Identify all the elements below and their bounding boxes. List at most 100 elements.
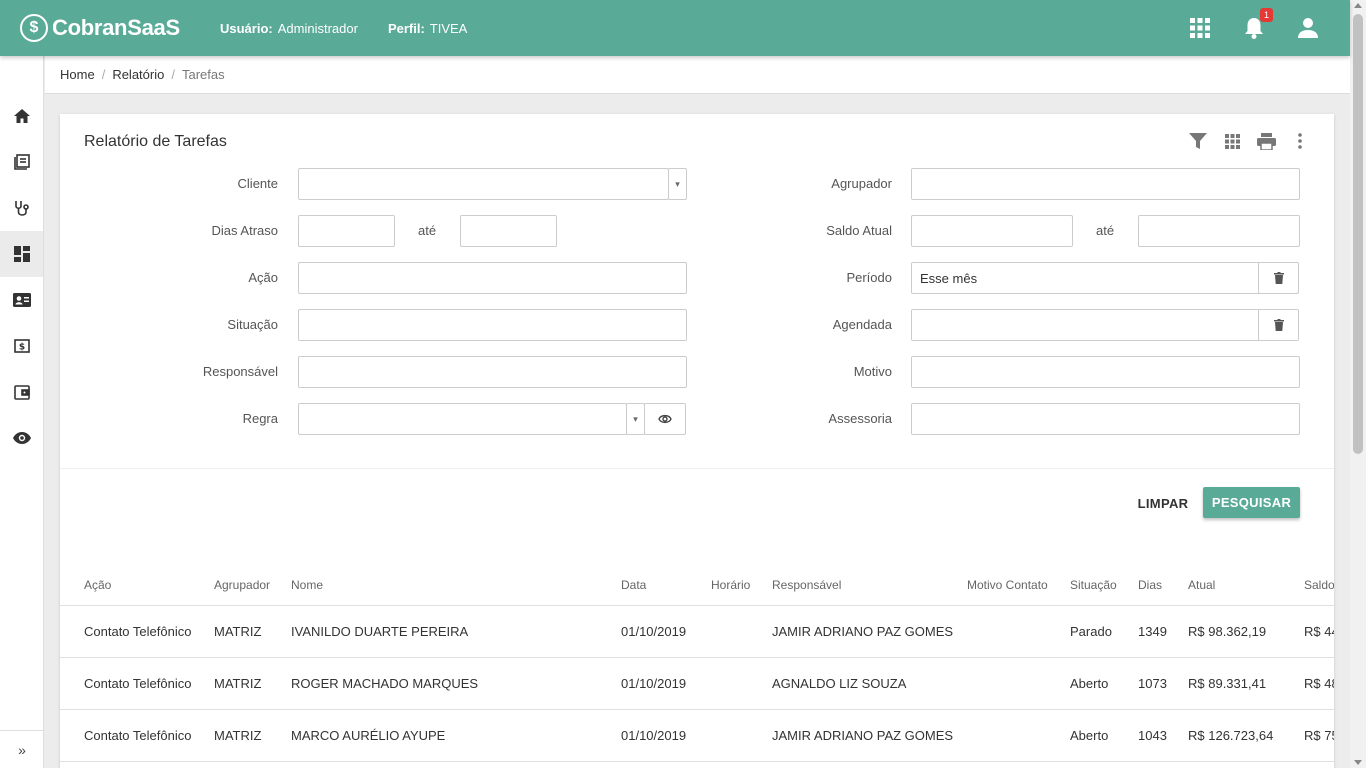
sidebar-item-contacts[interactable] <box>0 277 43 323</box>
book-icon <box>13 154 30 170</box>
scroll-down-arrow[interactable] <box>1354 760 1362 765</box>
agrupador-label: Agrupador <box>831 176 892 191</box>
cell-acao: Contato Telefônico <box>84 624 192 639</box>
column-header-acao[interactable]: Ação <box>84 578 111 592</box>
responsavel-input[interactable] <box>298 356 687 388</box>
cliente-dropdown-button[interactable]: ▾ <box>668 168 687 200</box>
column-header-agrupador[interactable]: Agrupador <box>214 578 270 592</box>
money-icon: $ <box>13 339 30 353</box>
sidebar-item-wallet[interactable] <box>0 369 43 415</box>
column-header-situacao[interactable]: Situação <box>1070 578 1117 592</box>
cliente-select[interactable] <box>298 168 669 200</box>
top-bar: $ CobranSaaS Usuário: Administrador Perf… <box>0 0 1350 56</box>
periodo-label: Período <box>846 270 892 285</box>
more-vert-icon[interactable] <box>1290 131 1310 151</box>
profile-info: Perfil: TIVEA <box>388 21 467 36</box>
page-scrollbar[interactable] <box>1350 0 1366 768</box>
agendada-clear-button[interactable] <box>1258 309 1299 341</box>
scroll-up-arrow[interactable] <box>1354 3 1362 8</box>
scroll-thumb[interactable] <box>1353 14 1363 454</box>
table-row[interactable]: Contato Telefônico MATRIZ ROGER MACHADO … <box>60 658 1334 710</box>
agrupador-input[interactable] <box>911 168 1300 200</box>
acao-label: Ação <box>248 270 278 285</box>
column-header-horario[interactable]: Horário <box>711 578 750 592</box>
acao-input[interactable] <box>298 262 687 294</box>
breadcrumb-separator: / <box>171 67 175 82</box>
periodo-clear-button[interactable] <box>1258 262 1299 294</box>
apps-grid-icon[interactable] <box>1186 14 1214 42</box>
cell-data: 01/10/2019 <box>621 676 687 691</box>
situacao-input[interactable] <box>298 309 687 341</box>
dias-atraso-from-input[interactable] <box>298 215 395 247</box>
cell-acao: Contato Telefônico <box>84 676 192 691</box>
user-label: Usuário: <box>220 20 273 36</box>
agendada-label: Agendada <box>832 317 892 332</box>
notification-badge: 1 <box>1259 8 1273 22</box>
motivo-input[interactable] <box>911 356 1300 388</box>
saldo-from-input[interactable] <box>911 215 1073 247</box>
motivo-label: Motivo <box>853 364 892 379</box>
user-value: Administrador <box>277 20 358 36</box>
column-header-saldo[interactable]: Saldo <box>1304 578 1334 592</box>
column-header-atual[interactable]: Atual <box>1188 578 1215 592</box>
breadcrumb-relatorio[interactable]: Relatório <box>112 67 164 82</box>
regra-select[interactable] <box>298 403 627 435</box>
user-account-icon[interactable] <box>1294 14 1322 42</box>
cell-atual: R$ 89.331,41 <box>1188 676 1267 691</box>
app-logo[interactable]: $ CobranSaaS <box>20 14 220 42</box>
cell-agrupador: MATRIZ <box>214 676 262 691</box>
sidebar-item-dashboard[interactable] <box>0 231 43 277</box>
sidebar-item-book[interactable] <box>0 139 43 185</box>
periodo-input[interactable] <box>911 262 1260 294</box>
cell-responsavel: JAMIR ADRIANO PAZ GOMES <box>772 728 954 743</box>
cell-situacao: Aberto <box>1070 676 1109 691</box>
regra-label: Regra <box>242 411 278 426</box>
regra-view-button[interactable] <box>644 403 686 435</box>
grid-icon[interactable] <box>1222 131 1242 151</box>
table-row[interactable]: Contato Telefônico MATRIZ MARCO AURÉLIO … <box>60 710 1334 762</box>
sidebar-item-home[interactable] <box>0 93 43 139</box>
cell-agrupador: MATRIZ <box>214 624 262 639</box>
cell-nome: MARCO AURÉLIO AYUPE <box>291 728 446 743</box>
logo-text: CobranSaaS <box>52 15 180 40</box>
wallet-icon <box>13 384 30 400</box>
cell-dias: 1073 <box>1138 676 1167 691</box>
dias-atraso-to-input[interactable] <box>460 215 557 247</box>
column-header-responsavel[interactable]: Responsável <box>772 578 841 592</box>
cell-atual: R$ 98.362,19 <box>1188 624 1267 639</box>
sidebar-expand-button[interactable]: » <box>0 730 44 768</box>
profile-value: TIVEA <box>429 20 468 36</box>
column-header-nome[interactable]: Nome <box>291 578 323 592</box>
sidebar: $ » <box>0 56 44 768</box>
saldo-to-input[interactable] <box>1138 215 1300 247</box>
column-header-data[interactable]: Data <box>621 578 646 592</box>
situacao-label: Situação <box>227 317 278 332</box>
breadcrumb-home[interactable]: Home <box>60 67 95 82</box>
dias-atraso-label: Dias Atraso <box>211 223 278 238</box>
column-header-motivo-contato[interactable]: Motivo Contato <box>967 578 1048 592</box>
breadcrumb-separator: / <box>101 67 106 82</box>
breadcrumb-current: Tarefas <box>181 67 225 82</box>
bell-icon[interactable]: 1 <box>1240 8 1273 42</box>
profile-label: Perfil: <box>387 20 425 36</box>
regra-dropdown-button[interactable]: ▾ <box>626 403 645 435</box>
clear-button[interactable]: LIMPAR <box>1130 488 1196 518</box>
dias-atraso-ate-label: até <box>418 223 437 238</box>
trash-icon <box>1273 319 1284 331</box>
agendada-input[interactable] <box>911 309 1260 341</box>
sidebar-item-billing[interactable]: $ <box>0 323 43 369</box>
print-icon[interactable] <box>1256 131 1276 151</box>
saldo-ate-label: até <box>1096 223 1115 238</box>
table-row[interactable]: Contato Telefônico MATRIZ IVANILDO DUART… <box>60 606 1334 658</box>
assessoria-input[interactable] <box>911 403 1300 435</box>
report-card: Relatório de Tarefas Cliente ▾ Dias Atra… <box>60 114 1334 768</box>
search-button[interactable]: PESQUISAR <box>1203 487 1300 518</box>
form-divider <box>60 468 1334 469</box>
home-icon <box>13 109 30 123</box>
logo-coin-icon: $ <box>20 14 48 42</box>
column-header-dias[interactable]: Dias <box>1138 578 1162 592</box>
filter-icon[interactable] <box>1188 131 1208 151</box>
sidebar-item-visibility[interactable] <box>0 415 43 461</box>
sidebar-item-stethoscope[interactable] <box>0 185 43 231</box>
svg-text:$: $ <box>18 343 24 353</box>
